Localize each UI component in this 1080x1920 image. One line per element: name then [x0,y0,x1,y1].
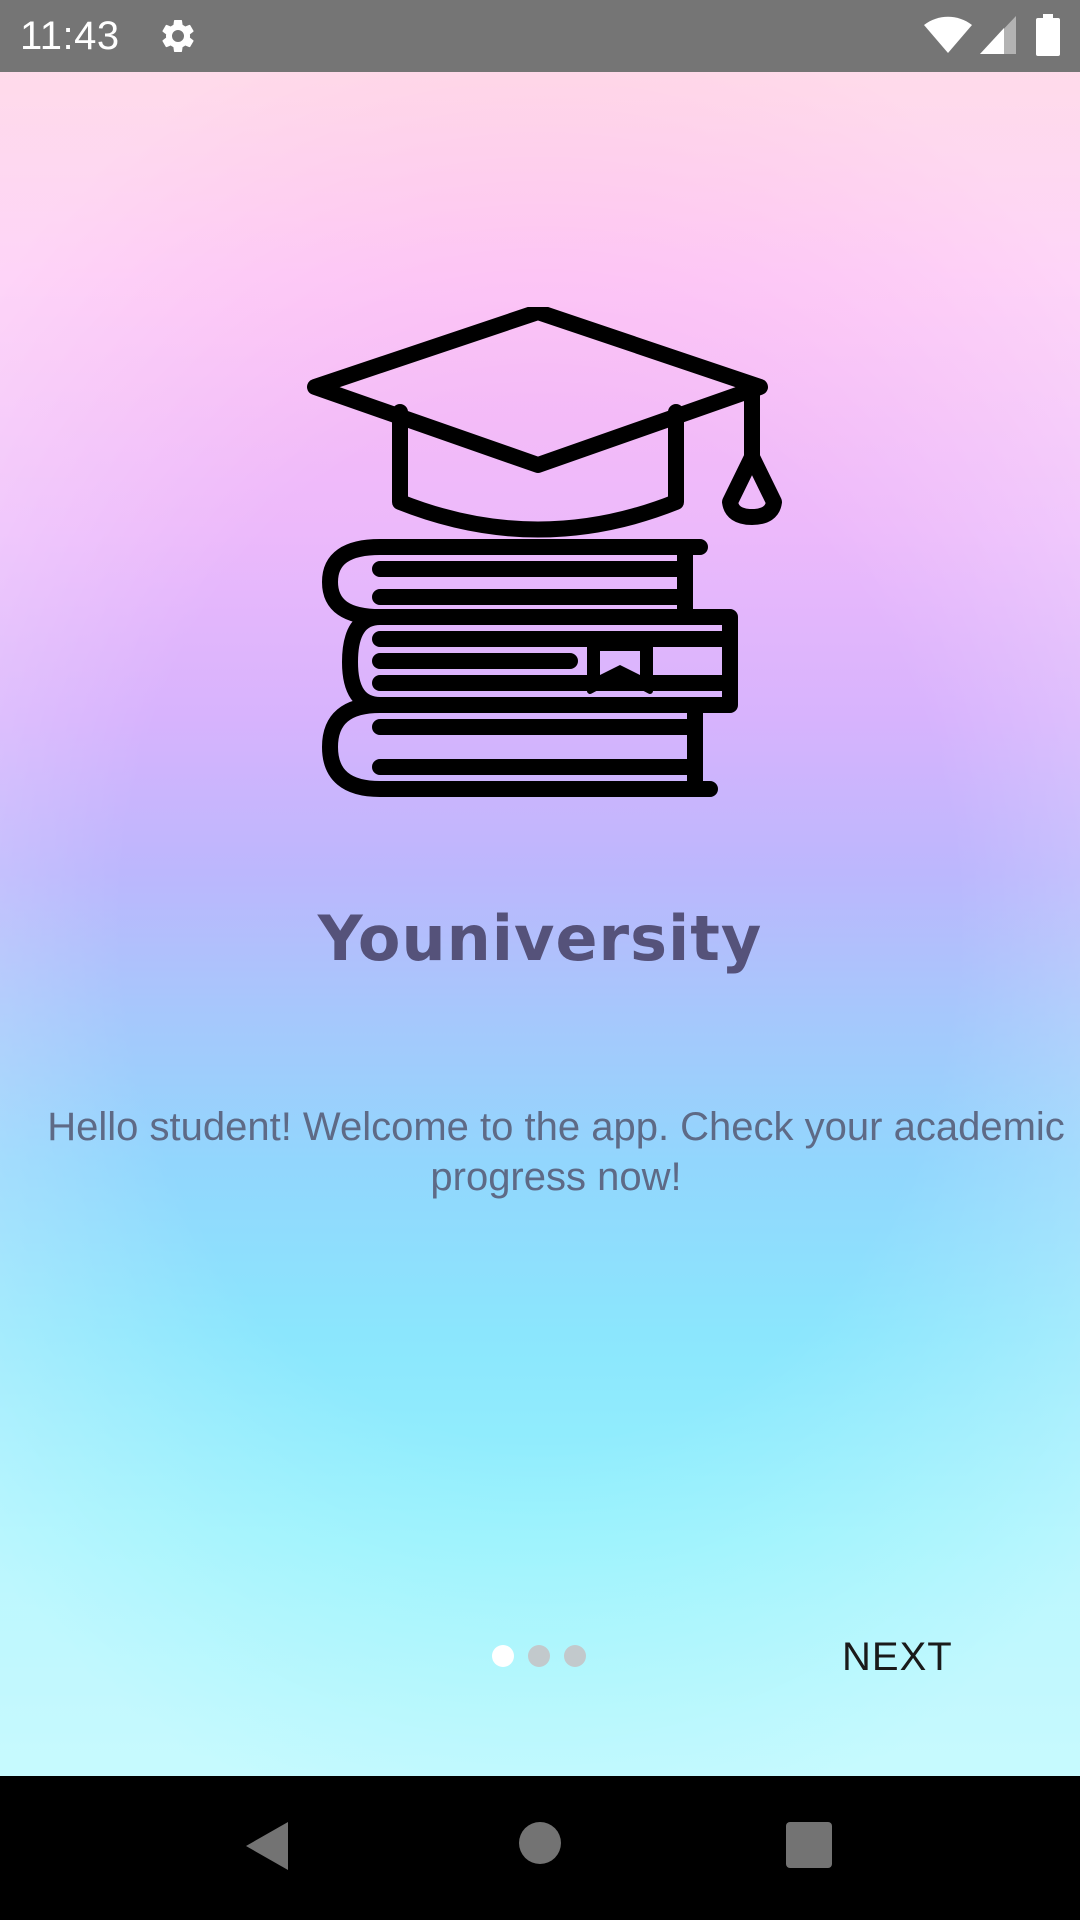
graduation-cap-on-books-icon [307,307,782,797]
back-icon[interactable] [244,1820,290,1872]
next-button[interactable]: NEXT [842,1627,992,1687]
battery-icon [1036,14,1060,56]
gear-icon [162,19,194,52]
app-title: Youniversity [317,902,763,975]
page-indicator [492,1645,586,1669]
screen: 11:43 Youniversity Hello student! Welcom… [0,0,1080,1920]
page-dot-3[interactable] [564,1645,586,1667]
home-icon[interactable] [518,1821,562,1865]
navigation-bar [0,1776,1080,1920]
welcome-line-2: progress now! [430,1155,682,1199]
page-dot-1-active[interactable] [492,1645,514,1667]
page-dot-2[interactable] [528,1645,550,1667]
signal-icon [980,16,1016,54]
status-bar: 11:43 [0,0,1080,72]
welcome-description: Hello student! Welcome to the app. Check… [26,1102,1080,1202]
status-time: 11:43 [20,14,120,58]
recents-icon[interactable] [786,1822,832,1868]
onboarding-page[interactable]: Youniversity Hello student! Welcome to t… [0,72,1080,1776]
wifi-icon [924,16,972,53]
welcome-line-1: Hello student! Welcome to the app. Check… [47,1105,1065,1149]
